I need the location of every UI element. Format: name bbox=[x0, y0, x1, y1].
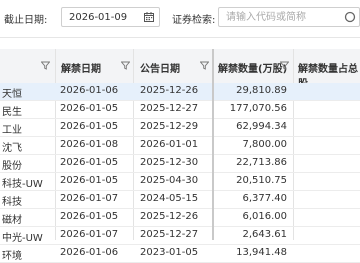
unlock-quantity: 62,994.34 bbox=[236, 121, 287, 132]
announce-date: 2023-01-05 bbox=[140, 247, 199, 258]
unlock-date: 2026-01-05 bbox=[60, 175, 119, 186]
unlock-quantity: 177,070.56 bbox=[229, 103, 287, 114]
security-name: 民生 bbox=[2, 107, 22, 118]
table-row[interactable]: 民生 2026-01-05 2025-12-27 177,070.56 bbox=[0, 101, 360, 119]
unlock-date: 2026-01-06 bbox=[60, 85, 119, 96]
unlock-date: 2026-01-06 bbox=[60, 247, 119, 258]
col-announce-date[interactable]: 公告日期 bbox=[140, 60, 180, 75]
security-name: 科技 bbox=[2, 197, 22, 208]
filter-icon[interactable] bbox=[121, 61, 130, 70]
announce-date: 2025-04-30 bbox=[140, 175, 199, 186]
unlock-date: 2026-01-05 bbox=[60, 211, 119, 222]
table-row[interactable]: 工业 2026-01-05 2025-12-29 62,994.34 bbox=[0, 119, 360, 137]
filter-icon[interactable] bbox=[41, 61, 50, 70]
announce-date: 2025-12-26 bbox=[140, 85, 199, 96]
table-row[interactable]: 科技 2026-01-07 2024-05-15 6,377.40 bbox=[0, 191, 360, 209]
security-search-field[interactable] bbox=[218, 7, 360, 27]
unlock-quantity: 7,800.00 bbox=[242, 139, 287, 150]
frozen-column-divider[interactable] bbox=[212, 49, 214, 240]
table-row[interactable]: 中光-UW 2026-01-07 2025-12-27 2,643.61 bbox=[0, 227, 360, 245]
unlock-date: 2026-01-05 bbox=[60, 103, 119, 114]
security-name: 天恒 bbox=[2, 89, 22, 100]
unlock-date: 2026-01-05 bbox=[60, 157, 119, 168]
filter-icon[interactable] bbox=[280, 61, 289, 70]
security-name: 股份 bbox=[2, 161, 22, 172]
announce-date: 2025-12-27 bbox=[140, 103, 199, 114]
announce-date: 2025-12-26 bbox=[140, 211, 199, 222]
unlock-date: 2026-01-07 bbox=[60, 193, 119, 204]
unlock-date: 2026-01-07 bbox=[60, 229, 119, 240]
filter-icon[interactable] bbox=[200, 61, 209, 70]
announce-date: 2025-12-30 bbox=[140, 157, 199, 168]
security-name: 沈飞 bbox=[2, 143, 22, 154]
unlock-quantity: 29,810.89 bbox=[236, 85, 287, 96]
toolbar: 截止日期: 2026-01-09 证券检索: bbox=[0, 0, 360, 38]
unlock-date: 2026-01-05 bbox=[60, 121, 119, 132]
unlock-quantity: 22,713.86 bbox=[236, 157, 287, 168]
search-label: 证券检索: bbox=[172, 15, 216, 26]
announce-date: 2025-12-29 bbox=[140, 121, 199, 132]
date-picker[interactable]: 2026-01-09 bbox=[61, 7, 160, 27]
table-row[interactable]: 环境 2026-01-06 2023-01-05 13,941.48 bbox=[0, 245, 360, 263]
col-unlock-date[interactable]: 解禁日期 bbox=[61, 60, 101, 75]
table-row[interactable]: 股份 2026-01-05 2025-12-30 22,713.86 bbox=[0, 155, 360, 173]
table-row[interactable]: 天恒 2026-01-06 2025-12-26 29,810.89 bbox=[0, 83, 360, 101]
unlock-quantity: 2,643.61 bbox=[242, 229, 287, 240]
security-name: 科技-UW bbox=[2, 179, 43, 190]
unlock-quantity: 6,377.40 bbox=[242, 193, 287, 204]
table-row[interactable]: 磁材 2026-01-05 2025-12-26 6,016.00 bbox=[0, 209, 360, 227]
table-row[interactable]: 科技-UW 2026-01-05 2025-04-30 20,510.75 bbox=[0, 173, 360, 191]
search-icon[interactable] bbox=[342, 11, 356, 25]
security-name: 磁材 bbox=[2, 215, 22, 226]
unlock-quantity: 6,016.00 bbox=[242, 211, 287, 222]
date-value: 2026-01-09 bbox=[69, 12, 128, 23]
table-header: 解禁日期 公告日期 解禁数量(万股) 解禁数量占总股 bbox=[0, 49, 360, 90]
announce-date: 2026-01-01 bbox=[140, 139, 199, 150]
security-name: 工业 bbox=[2, 125, 22, 136]
unlock-date: 2026-01-08 bbox=[60, 139, 119, 150]
announce-date: 2024-05-15 bbox=[140, 193, 199, 204]
calendar-icon[interactable] bbox=[144, 12, 154, 22]
unlock-quantity: 13,941.48 bbox=[236, 247, 287, 258]
unlock-quantity: 20,510.75 bbox=[236, 175, 287, 186]
search-input[interactable] bbox=[219, 8, 346, 26]
security-name: 环境 bbox=[2, 251, 22, 262]
col-quantity[interactable]: 解禁数量(万股) bbox=[218, 60, 287, 75]
security-name: 中光-UW bbox=[2, 233, 43, 244]
announce-date: 2025-12-27 bbox=[140, 229, 199, 240]
date-label: 截止日期: bbox=[4, 15, 48, 26]
table-row[interactable]: 沈飞 2026-01-08 2026-01-01 7,800.00 bbox=[0, 137, 360, 155]
